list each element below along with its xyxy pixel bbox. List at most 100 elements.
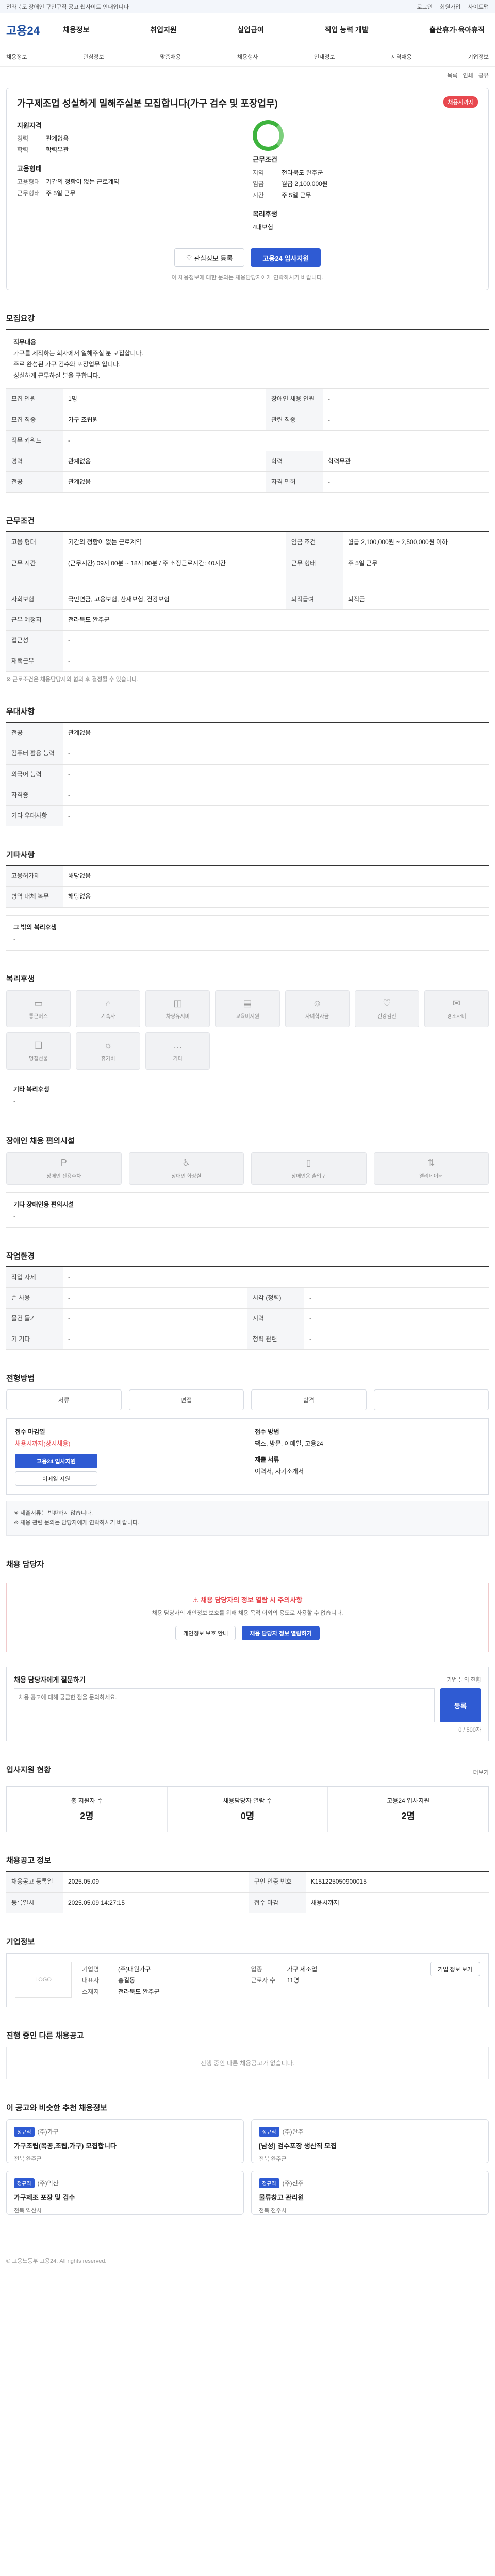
job-title: 가구조립(목공,조립,가구) 모집합니다 xyxy=(14,2142,117,2150)
td: - xyxy=(304,1287,489,1309)
sub-nav: 채용정보 관심정보 맞춤채용 채용행사 인재정보 지역채용 기업정보 xyxy=(0,46,495,67)
deadline-label: 접수 마감일 xyxy=(15,1428,45,1436)
parking-icon: P xyxy=(60,1157,67,1168)
corp-logo: LOGO xyxy=(15,1961,72,1998)
label: 소재지 xyxy=(82,1988,100,1995)
recommend-card[interactable]: 정규직 (주)가구 가구조립(목공,조립,가구) 모집합니다 전북 완주군 xyxy=(6,2119,244,2163)
tile-label: 차량유지비 xyxy=(166,1013,190,1020)
welfare-tile: ❏ 명절선물 xyxy=(6,1032,71,1070)
th: 외국어 능력 xyxy=(6,764,63,785)
subnav-item[interactable]: 기업정보 xyxy=(468,53,489,61)
apply-button-2[interactable]: 고용24 입사지원 xyxy=(15,1454,97,1469)
box-title: 기타 복리후생 xyxy=(13,1085,50,1093)
td: 퇴직금 xyxy=(342,589,489,610)
welfare-tile: ⌂ 기숙사 xyxy=(76,990,141,1027)
job-description: 직무내용 가구를 제작하는 회사에서 일해주실 분 모집합니다. 주로 완성된 … xyxy=(6,329,489,389)
inquiry-submit-button[interactable]: 등록 xyxy=(440,1688,481,1723)
subnav-item[interactable]: 맞춤채용 xyxy=(160,53,181,61)
inquiry-input[interactable] xyxy=(14,1688,435,1723)
tile-label: 건강검진 xyxy=(377,1013,397,1020)
job-tag: 정규직 xyxy=(14,2178,35,2188)
subnav-item[interactable]: 채용행사 xyxy=(237,53,258,61)
step-document: 서류 xyxy=(6,1389,122,1411)
child-icon: ☺ xyxy=(312,997,322,1008)
value: 전라북도 완주군 xyxy=(118,1988,160,1995)
section-title: 모집요강 xyxy=(6,314,35,323)
nav-item-unemployment[interactable]: 실업급여 xyxy=(237,25,264,35)
th: 학력 xyxy=(266,451,323,472)
th: 기 기타 xyxy=(6,1329,63,1350)
other-jobs-section: 진행 중인 다른 채용공고 진행 중인 다른 채용공고가 없습니다. xyxy=(6,2030,489,2079)
subnav-item[interactable]: 채용정보 xyxy=(6,53,27,61)
subnav-item[interactable]: 인재정보 xyxy=(314,53,335,61)
th: 시각 (청력) xyxy=(248,1287,304,1309)
inquiry-note: 이 채용정보에 대한 문의는 채용담당자에게 연락하시기 바랍니다. xyxy=(171,275,324,281)
sun-icon: ☼ xyxy=(104,1040,112,1050)
workenv-table: 작업 자세 - 손 사용 - 시각 (청력) - 물건 들기 - 시력 - 기 기타 - 청력 관… xyxy=(6,1266,489,1350)
th: 손 사용 xyxy=(6,1287,63,1309)
email-apply-button[interactable]: 이메일 지원 xyxy=(15,1471,97,1486)
disability-section: 장애인 채용 편의시설 P 장애인 전용주차 ♿ 장애인 화장실 ▯ 장애인용 출입구… xyxy=(6,1135,489,1228)
section-title: 기타사항 xyxy=(6,851,35,860)
print-button[interactable]: 인쇄 xyxy=(463,71,473,79)
share-button[interactable]: 공유 xyxy=(478,71,489,79)
td: - xyxy=(63,764,489,785)
section-title: 이 공고와 비슷한 추천 채용정보 xyxy=(6,2103,108,2112)
welfare-tile: … 기타 xyxy=(145,1032,210,1070)
signup-link[interactable]: 회원가입 xyxy=(440,3,460,11)
job-meta: 전북 완주군 xyxy=(259,2156,287,2162)
step-pass: 합격 xyxy=(251,1389,367,1411)
subnav-item[interactable]: 관심정보 xyxy=(83,53,104,61)
td: K151225050900015 xyxy=(305,1871,489,1893)
site-logo[interactable]: 고용24 xyxy=(6,22,63,38)
th: 모집 인원 xyxy=(6,389,63,410)
td: 전라북도 완주군 xyxy=(63,609,489,631)
privacy-guide-button[interactable]: 개인정보 보호 안내 xyxy=(175,1626,236,1641)
section-title: 채용 담당자 xyxy=(6,1560,44,1569)
td: - xyxy=(63,1266,489,1288)
job-meta: 전북 익산시 xyxy=(14,2207,42,2214)
nav-item-training[interactable]: 직업 능력 개발 xyxy=(325,25,369,35)
recommend-card[interactable]: 정규직 (주)익산 가구제조 포장 및 검수 전북 익산시 xyxy=(6,2170,244,2215)
job-company: (주)가구 xyxy=(37,2128,59,2136)
more-icon: … xyxy=(173,1040,183,1050)
label: 업종 xyxy=(251,1965,262,1973)
th: 임금 조건 xyxy=(286,532,343,553)
subnav-item[interactable]: 지역채용 xyxy=(391,53,411,61)
inquiry-status-link[interactable]: 기업 문의 현황 xyxy=(447,1675,481,1684)
value: 기간의 정함이 없는 근로계약 xyxy=(46,178,120,185)
recommend-card[interactable]: 정규직 (주)전주 물류창고 관리원 전북 전주시 xyxy=(251,2170,489,2215)
more-link[interactable]: 더보기 xyxy=(473,1768,489,1776)
td: - xyxy=(323,471,489,493)
value: (주)대원가구 xyxy=(118,1965,151,1973)
td: - xyxy=(63,805,489,827)
nav-item-leave[interactable]: 출산휴가·육아휴직 xyxy=(429,25,485,35)
welfare-heading: 복리후생 xyxy=(253,210,277,218)
sitemap-link[interactable]: 사이트맵 xyxy=(468,3,489,11)
apply-button[interactable]: 고용24 입사지원 xyxy=(251,248,321,267)
recommend-card[interactable]: 정규직 (주)완주 [남성] 검수포장 생산직 모집 전북 완주군 xyxy=(251,2119,489,2163)
nav-item-support[interactable]: 취업지원 xyxy=(150,25,177,35)
td: - xyxy=(63,651,489,672)
value: 주 5일 근무 xyxy=(46,190,76,197)
scrap-button[interactable]: ♡ 관심정보 등록 xyxy=(174,248,245,267)
main-nav: 채용정보 취업지원 실업급여 직업 능력 개발 출산휴가·육아휴직 xyxy=(63,25,489,35)
th: 경력 xyxy=(6,451,63,472)
stat-label: 총 지원자 수 xyxy=(71,1797,103,1805)
value: 전라북도 완주군 xyxy=(282,169,323,176)
tile-label: 장애인 전용주차 xyxy=(46,1173,81,1179)
login-link[interactable]: 로그인 xyxy=(417,3,433,11)
nav-item-jobs[interactable]: 채용정보 xyxy=(63,25,90,35)
tile-label: 교육비지원 xyxy=(235,1013,259,1020)
box-value: - xyxy=(13,1097,15,1105)
tile-label: 기타 xyxy=(173,1056,183,1062)
label: 근무형태 xyxy=(17,190,40,197)
label: 임금 xyxy=(253,180,265,188)
job-company: (주)전주 xyxy=(282,2179,304,2187)
td: 학력무관 xyxy=(323,451,489,472)
corp-info-button[interactable]: 기업 정보 보기 xyxy=(430,1961,480,1976)
warning-text: 채용 담당자의 개인정보 보호를 위해 채용 목적 이외의 용도로 사용할 수 … xyxy=(152,1609,343,1616)
list-button[interactable]: 목록 xyxy=(447,71,457,79)
stat-value: 2명 xyxy=(80,1811,94,1822)
view-contact-button[interactable]: 채용 담당자 정보 열람하기 xyxy=(242,1626,320,1641)
